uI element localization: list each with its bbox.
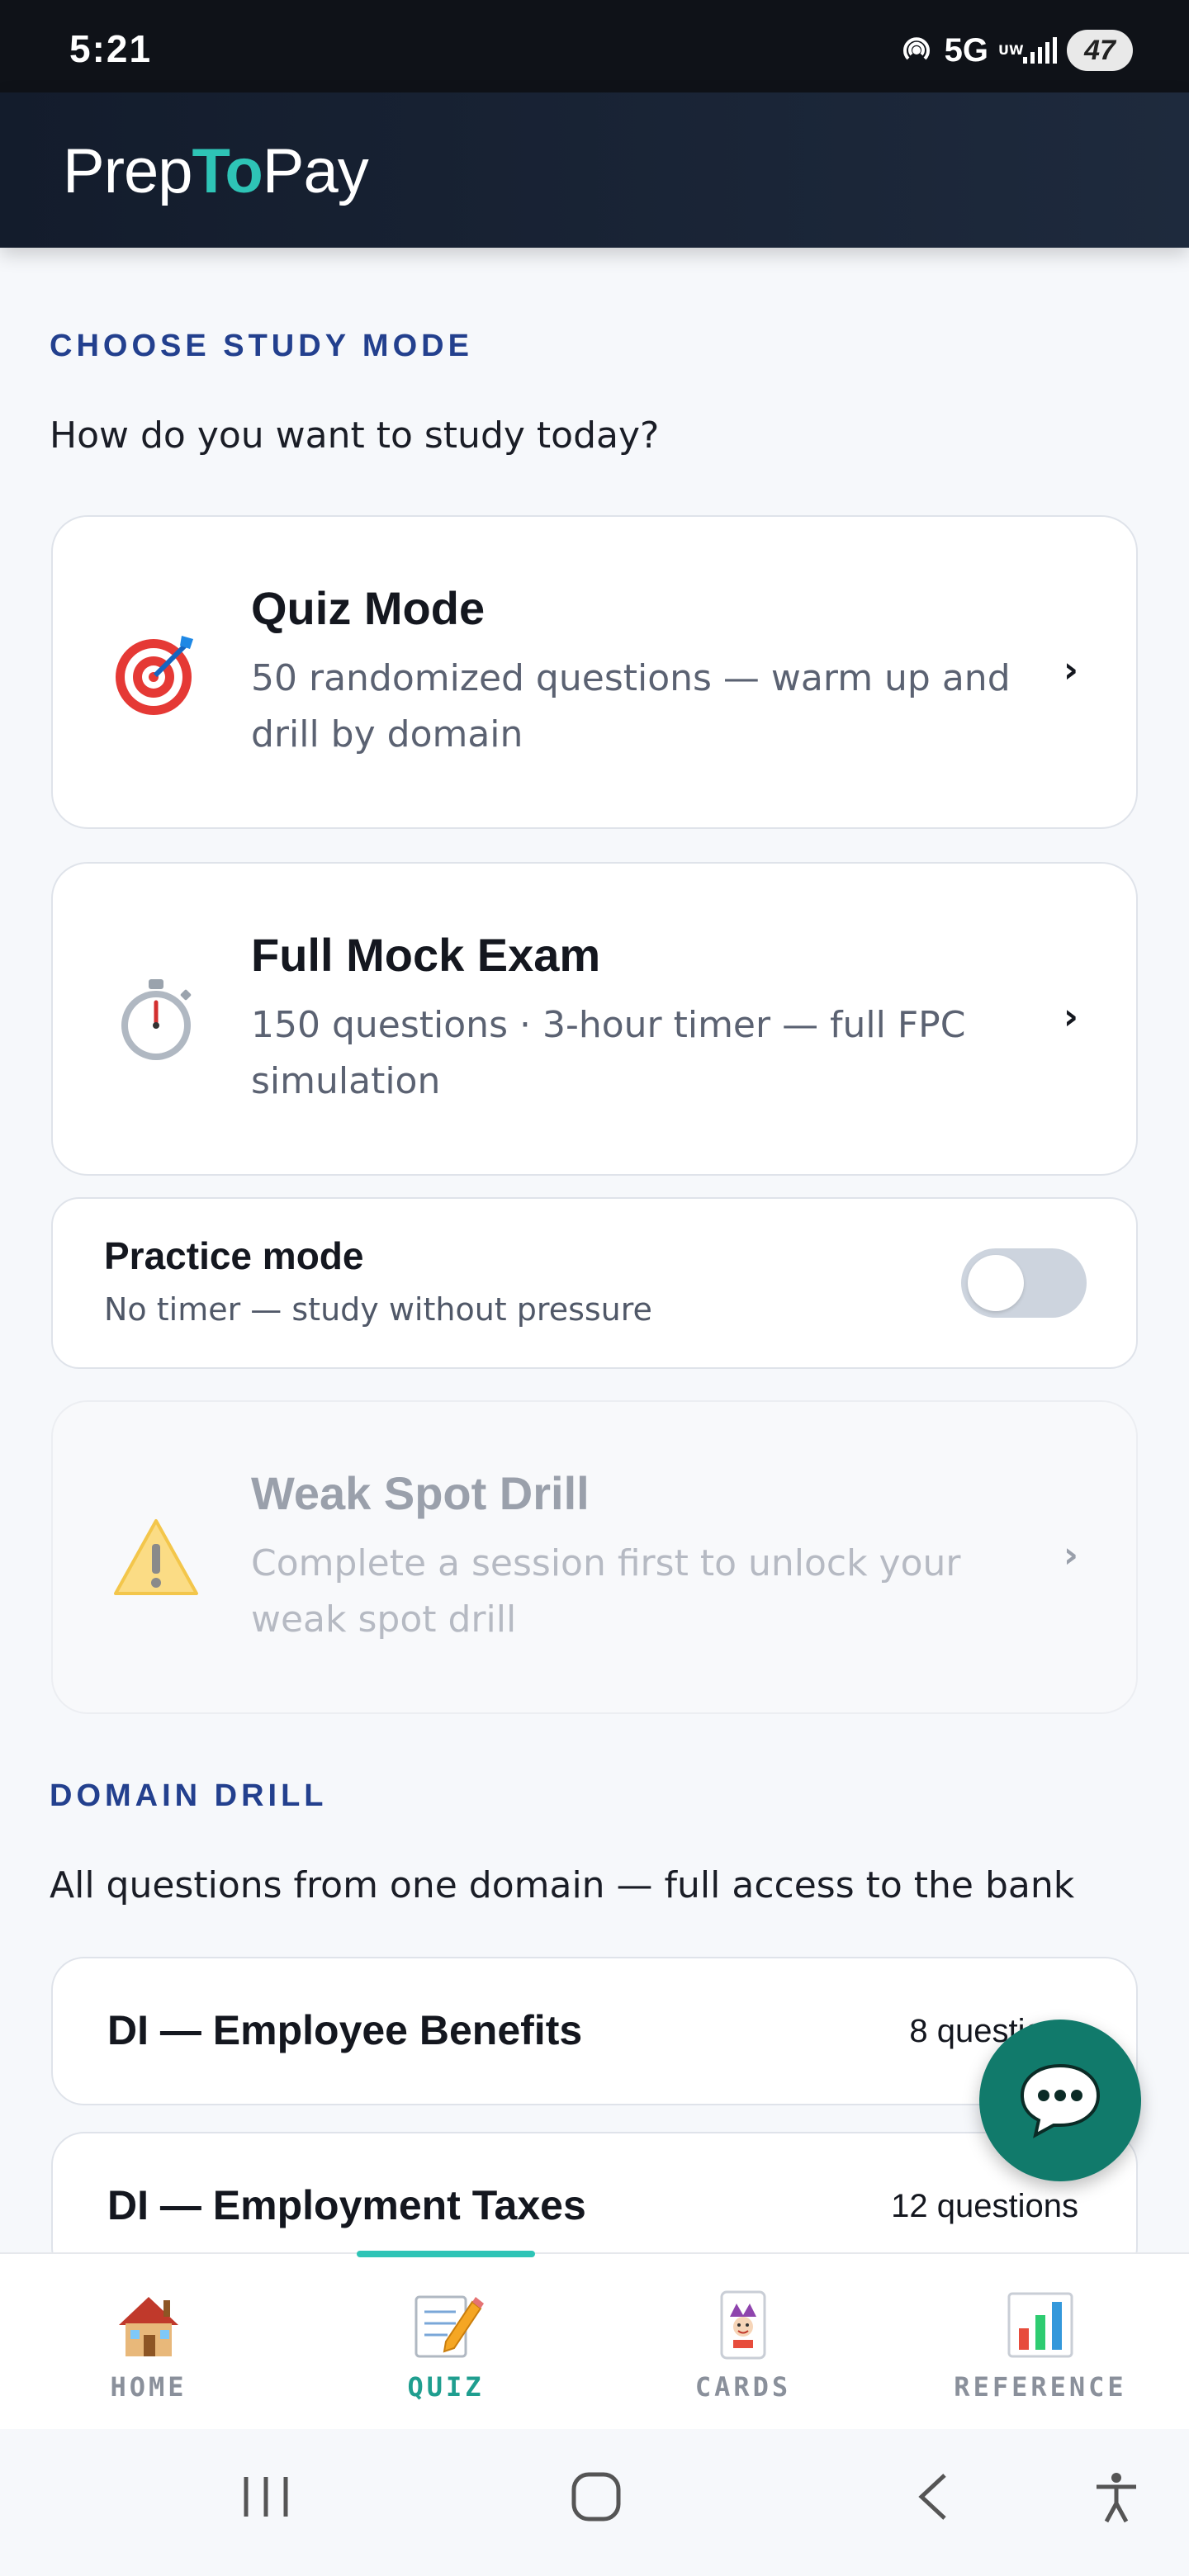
stopwatch-icon <box>121 979 192 1060</box>
domain-name: DI — Employment Taxes <box>107 2182 586 2228</box>
status-time: 5:21 <box>69 27 153 70</box>
logo-to: To <box>192 136 263 206</box>
mode-title: Quiz Mode <box>251 582 486 634</box>
practice-mode-toggle[interactable] <box>961 1248 1087 1318</box>
nav-label: QUIZ <box>407 2371 485 2403</box>
chat-button[interactable] <box>979 2020 1141 2181</box>
domain-drill-prompt: All questions from one domain — full acc… <box>50 1864 1075 1906</box>
logo-prep: Prep <box>63 136 193 206</box>
practice-mode-row: Practice mode No timer — study without p… <box>51 1197 1138 1369</box>
memo-pencil-icon <box>414 2295 484 2358</box>
practice-mode-subtitle: No timer — study without pressure <box>104 1291 652 1328</box>
chevron-right-icon: › <box>1063 649 1078 691</box>
bar-chart-icon <box>1007 2292 1073 2358</box>
signal-icon <box>1023 37 1057 64</box>
nav-label: CARDS <box>694 2371 792 2403</box>
status-bar: 5:21 5G UW 47 <box>0 0 1189 92</box>
study-mode-section-label: CHOOSE STUDY MODE <box>50 329 473 363</box>
warning-icon <box>114 1519 198 1595</box>
domain-drill-section-label: DOMAIN DRILL <box>50 1778 328 1813</box>
weak-spot-drill-card[interactable]: Weak Spot Drill Complete a session first… <box>51 1400 1138 1714</box>
nav-tab-home[interactable]: HOME <box>0 2254 297 2431</box>
back-icon[interactable] <box>908 2470 961 2523</box>
bottom-navigation: HOME QUIZ CARDS REFERENCE <box>0 2251 1189 2431</box>
battery-icon: 47 <box>1067 30 1133 71</box>
chat-bubble-icon <box>1020 2063 1101 2138</box>
nav-label: REFERENCE <box>954 2371 1127 2403</box>
nav-label: HOME <box>110 2371 187 2403</box>
domain-row[interactable]: DI — Employee Benefits 8 questions <box>51 1957 1138 2105</box>
chevron-right-icon: › <box>1063 996 1078 1038</box>
nav-tab-reference[interactable]: REFERENCE <box>892 2254 1189 2431</box>
toggle-knob <box>968 1255 1024 1311</box>
quiz-mode-card[interactable]: Quiz Mode 50 randomized questions — warm… <box>51 515 1138 829</box>
app-header: PrepToPay <box>0 92 1189 248</box>
network-sup: UW <box>998 42 1024 58</box>
nav-tab-quiz[interactable]: QUIZ <box>297 2254 594 2431</box>
network-type: 5G <box>944 31 988 69</box>
chevron-right-icon: › <box>1063 1534 1078 1576</box>
status-icons: 5G UW 47 <box>898 30 1133 71</box>
logo-pay: Pay <box>262 136 369 206</box>
mode-description: Complete a session first to unlock your … <box>251 1542 961 1641</box>
study-mode-prompt: How do you want to study today? <box>50 414 660 457</box>
home-button-icon[interactable] <box>570 2470 623 2523</box>
joker-card-icon <box>720 2290 766 2360</box>
practice-mode-title: Practice mode <box>104 1234 364 1277</box>
app-logo[interactable]: PrepToPay <box>63 135 369 207</box>
recent-apps-icon[interactable] <box>239 2470 292 2523</box>
domain-name: DI — Employee Benefits <box>107 2007 583 2053</box>
nav-tab-cards[interactable]: CARDS <box>594 2254 892 2431</box>
mode-description: 50 randomized questions — warm up and dr… <box>251 657 1011 755</box>
hotspot-icon <box>902 37 930 60</box>
accessibility-icon[interactable] <box>1090 2470 1143 2523</box>
full-mock-exam-card[interactable]: Full Mock Exam 150 questions · 3-hour ti… <box>51 862 1138 1176</box>
domain-question-count: 12 questions <box>891 2188 1078 2224</box>
mode-title: Weak Spot Drill <box>251 1467 590 1519</box>
target-icon <box>116 636 193 715</box>
mode-title: Full Mock Exam <box>251 929 601 981</box>
system-navigation-bar <box>0 2429 1189 2576</box>
mode-description: 150 questions · 3-hour timer — full FPC … <box>251 1004 966 1102</box>
house-icon <box>119 2297 178 2356</box>
